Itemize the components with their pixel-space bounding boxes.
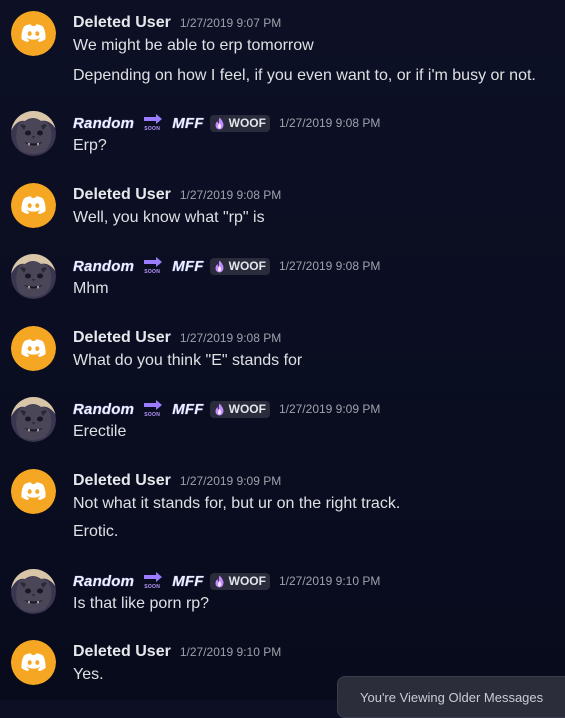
timestamp: 1/27/2019 9:08 PM <box>179 331 282 345</box>
soon-arrow-icon: SOON <box>142 399 164 419</box>
gargoyle-avatar-icon <box>11 111 56 156</box>
avatar[interactable] <box>11 640 56 685</box>
message-header: Deleted User 1/27/2019 9:10 PM <box>73 642 281 662</box>
message-header: Random SOON MFF WOOF 1/27/2019 9:09 PM <box>73 399 380 419</box>
message-text: Erotic. <box>73 523 119 540</box>
gargoyle-avatar-icon <box>11 397 56 442</box>
timestamp: 1/27/2019 9:07 PM <box>179 16 282 30</box>
avatar[interactable] <box>11 11 56 56</box>
author-name[interactable]: Deleted User <box>73 14 171 32</box>
author-name[interactable]: Random SOON MFF <box>73 113 204 133</box>
discord-logo-icon <box>11 469 56 514</box>
soon-arrow-icon: SOON <box>142 571 164 591</box>
timestamp: 1/27/2019 9:10 PM <box>278 574 381 588</box>
message-text: Not what it stands for, but ur on the ri… <box>73 495 401 512</box>
discord-logo-icon <box>11 640 56 685</box>
author-name[interactable]: Deleted User <box>73 472 171 490</box>
author-name[interactable]: Random SOON MFF <box>73 571 204 591</box>
author-name[interactable]: Random SOON MFF <box>73 256 204 276</box>
discord-logo-icon <box>11 326 56 371</box>
message-header: Random SOON MFF WOOF 1/27/2019 9:10 PM <box>73 571 380 591</box>
discord-logo-icon <box>11 183 56 228</box>
avatar[interactable] <box>11 569 56 614</box>
message-header: Deleted User 1/27/2019 9:08 PM <box>73 328 281 348</box>
timestamp: 1/27/2019 9:09 PM <box>278 402 381 416</box>
timestamp: 1/27/2019 9:08 PM <box>278 259 381 273</box>
message-text: Erectile <box>73 423 127 440</box>
flame-icon <box>215 117 224 129</box>
author-name[interactable]: Deleted User <box>73 186 171 204</box>
soon-arrow-icon: SOON <box>142 113 164 133</box>
avatar[interactable] <box>11 183 56 228</box>
gargoyle-avatar-icon <box>11 254 56 299</box>
author-name[interactable]: Deleted User <box>73 643 171 661</box>
message-text: Is that like porn rp? <box>73 595 210 612</box>
message-header: Deleted User 1/27/2019 9:08 PM <box>73 185 281 205</box>
flame-icon <box>215 403 224 415</box>
message-text: Depending on how I feel, if you even wan… <box>73 67 536 84</box>
flame-icon <box>215 260 224 272</box>
author-name[interactable]: Random SOON MFF <box>73 399 204 419</box>
gargoyle-avatar-icon <box>11 569 56 614</box>
flame-icon <box>215 575 224 587</box>
message-header: Random SOON MFF WOOF 1/27/2019 9:08 PM <box>73 256 380 276</box>
older-messages-text: You're Viewing Older Messages <box>360 690 544 705</box>
server-tag[interactable]: WOOF <box>209 257 270 275</box>
avatar[interactable] <box>11 397 56 442</box>
discord-logo-icon <box>11 11 56 56</box>
server-tag[interactable]: WOOF <box>209 114 270 132</box>
message-text: We might be able to erp tomorrow <box>73 37 314 54</box>
soon-arrow-icon: SOON <box>142 256 164 276</box>
message-header: Random SOON MFF WOOF 1/27/2019 9:08 PM <box>73 113 380 133</box>
message-text: What do you think "E" stands for <box>73 352 303 369</box>
timestamp: 1/27/2019 9:08 PM <box>278 116 381 130</box>
older-messages-bar[interactable]: You're Viewing Older Messages <box>337 676 565 718</box>
message-header: Deleted User 1/27/2019 9:07 PM <box>73 13 281 33</box>
message-text: Mhm <box>73 280 109 297</box>
avatar[interactable] <box>11 469 56 514</box>
author-name[interactable]: Deleted User <box>73 329 171 347</box>
timestamp: 1/27/2019 9:10 PM <box>179 645 282 659</box>
message-header: Deleted User 1/27/2019 9:09 PM <box>73 471 281 491</box>
timestamp: 1/27/2019 9:09 PM <box>179 474 282 488</box>
server-tag[interactable]: WOOF <box>209 400 270 418</box>
message-text: Erp? <box>73 137 107 154</box>
timestamp: 1/27/2019 9:08 PM <box>179 188 282 202</box>
avatar[interactable] <box>11 111 56 156</box>
message-text: Well, you know what "rp" is <box>73 209 265 226</box>
avatar[interactable] <box>11 254 56 299</box>
message-text: Yes. <box>73 666 104 683</box>
server-tag[interactable]: WOOF <box>209 572 270 590</box>
avatar[interactable] <box>11 326 56 371</box>
